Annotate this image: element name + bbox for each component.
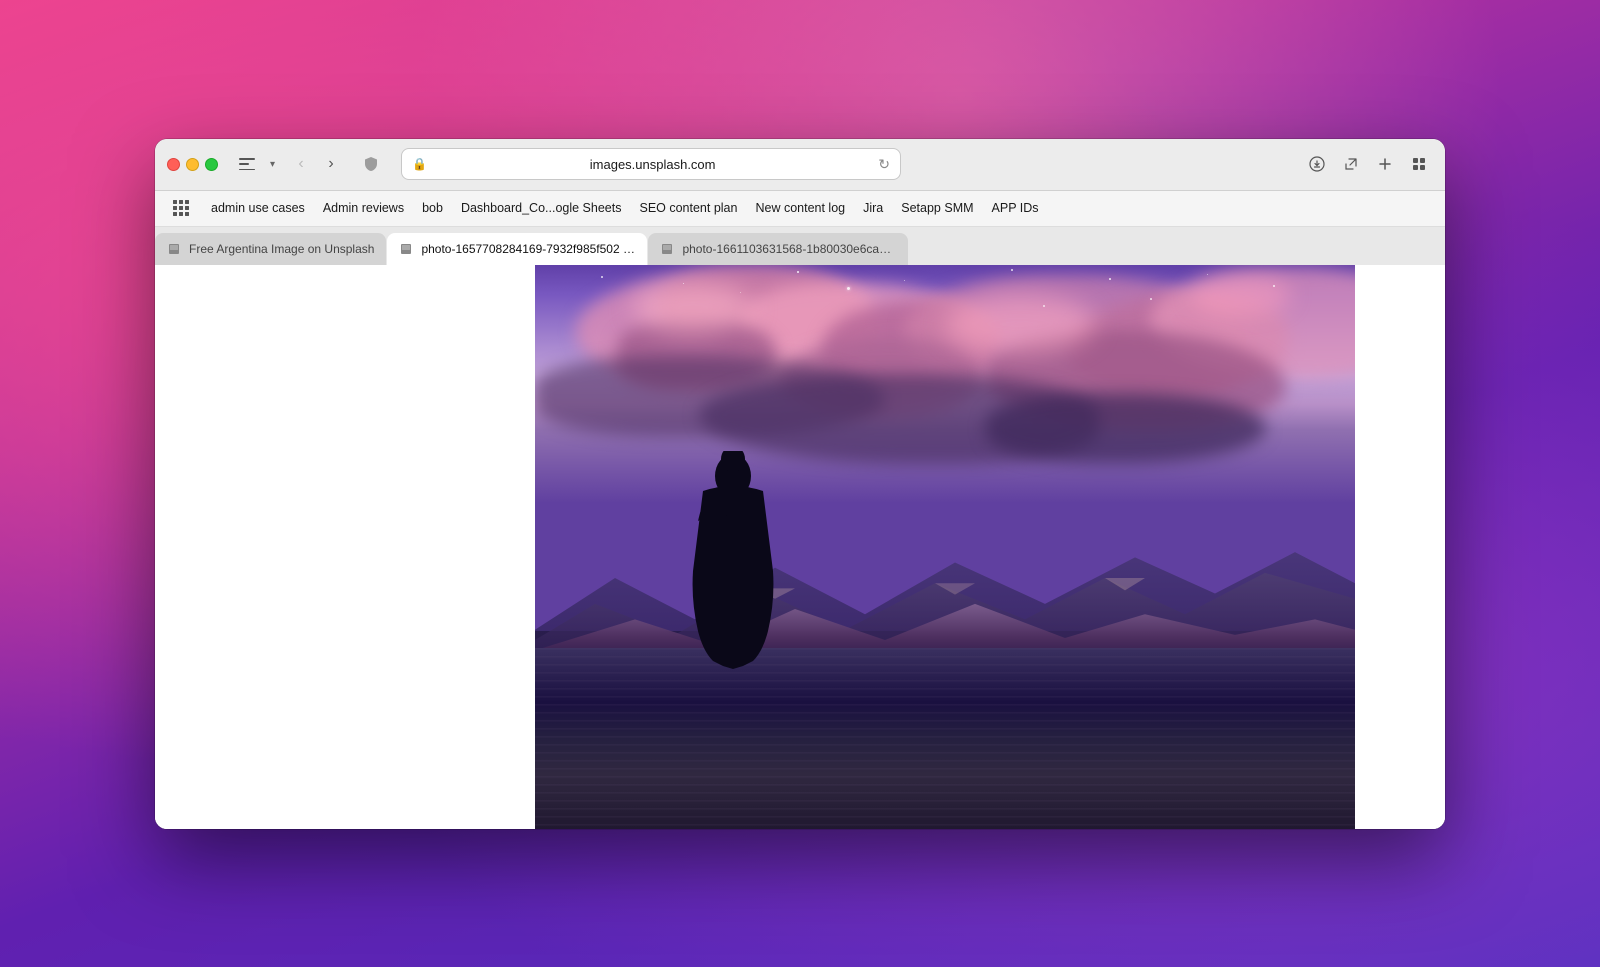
tab-2[interactable]: photo-1657708284169-7932f985f502 2 264x2… xyxy=(387,233,647,265)
back-button[interactable]: ‹ xyxy=(287,150,315,178)
sidebar-toggle-button[interactable] xyxy=(234,154,260,174)
lock-icon: 🔒 xyxy=(412,157,427,171)
close-button[interactable] xyxy=(167,158,180,171)
bookmark-setapp[interactable]: Setapp SMM xyxy=(893,197,981,219)
stars-layer xyxy=(535,265,1355,491)
bookmark-app-ids[interactable]: APP IDs xyxy=(984,197,1047,219)
new-tab-button[interactable] xyxy=(1371,150,1399,178)
tab-1[interactable]: Free Argentina Image on Unsplash xyxy=(155,233,386,265)
download-button[interactable] xyxy=(1303,150,1331,178)
bookmark-bob[interactable]: bob xyxy=(414,197,451,219)
maximize-button[interactable] xyxy=(205,158,218,171)
reload-button[interactable]: ↻ xyxy=(878,156,890,173)
toolbar-right xyxy=(1303,150,1433,178)
photo-display xyxy=(535,265,1355,829)
water-reflection xyxy=(535,648,1355,828)
bookmark-admin-reviews[interactable]: Admin reviews xyxy=(315,197,412,219)
chevron-down-icon: ▾ xyxy=(270,159,275,170)
tab-2-favicon xyxy=(399,242,413,256)
tab-3-favicon xyxy=(660,242,674,256)
bookmark-seo[interactable]: SEO content plan xyxy=(631,197,745,219)
nav-arrows: ‹ › xyxy=(287,150,345,178)
water-layer xyxy=(535,648,1355,828)
tab-3[interactable]: photo-1661103631568-1b80030e6ca6 871×580… xyxy=(648,233,908,265)
tab-2-title: photo-1657708284169-7932f985f502 2 264x2… xyxy=(421,242,635,256)
left-panel xyxy=(155,265,445,829)
share-button[interactable] xyxy=(1337,150,1365,178)
bookmark-jira[interactable]: Jira xyxy=(855,197,891,219)
sidebar-toggle-icon xyxy=(239,158,255,170)
tab-1-favicon xyxy=(167,242,181,256)
browser-content xyxy=(155,265,1445,829)
bookmark-admin-use-cases[interactable]: admin use cases xyxy=(203,197,313,219)
photo-scene xyxy=(535,265,1355,829)
tab-1-title: Free Argentina Image on Unsplash xyxy=(189,242,374,256)
tab-3-title: photo-1661103631568-1b80030e6ca6 871×580… xyxy=(682,242,896,256)
bookmark-new-content-log[interactable]: New content log xyxy=(747,197,853,219)
grid-icon xyxy=(173,200,189,216)
url-text: images.unsplash.com xyxy=(433,157,872,172)
bookmark-dashboard[interactable]: Dashboard_Co...ogle Sheets xyxy=(453,197,630,219)
apps-grid-button[interactable] xyxy=(167,194,195,222)
browser-window: ▾ ‹ › 🔒 images.unsplash.com ↻ xyxy=(155,139,1445,829)
person-silhouette xyxy=(683,451,783,671)
grid-view-button[interactable] xyxy=(1405,150,1433,178)
forward-button[interactable]: › xyxy=(317,150,345,178)
bookmarks-bar: admin use cases Admin reviews bob Dashbo… xyxy=(155,191,1445,227)
title-bar: ▾ ‹ › 🔒 images.unsplash.com ↻ xyxy=(155,139,1445,191)
minimize-button[interactable] xyxy=(186,158,199,171)
image-viewport xyxy=(445,265,1445,829)
tabs-bar: Free Argentina Image on Unsplash photo-1… xyxy=(155,227,1445,265)
privacy-icon xyxy=(357,150,385,178)
traffic-lights xyxy=(167,158,218,171)
address-bar[interactable]: 🔒 images.unsplash.com ↻ xyxy=(401,148,901,180)
